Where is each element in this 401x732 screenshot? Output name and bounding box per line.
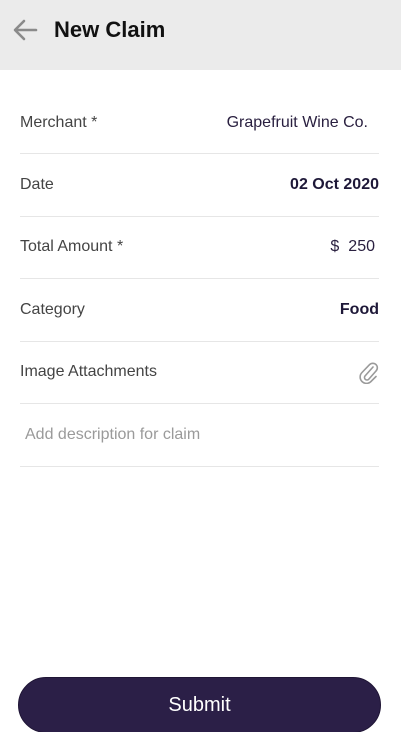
description-field[interactable]: Add description for claim bbox=[20, 404, 379, 467]
paperclip-icon[interactable] bbox=[357, 360, 379, 385]
amount-value-group: $ 250 bbox=[330, 238, 379, 256]
currency-symbol: $ bbox=[330, 238, 340, 256]
back-button[interactable] bbox=[11, 16, 39, 44]
date-value: 02 Oct 2020 bbox=[290, 175, 379, 193]
merchant-label: Merchant * bbox=[20, 113, 98, 131]
amount-label: Total Amount * bbox=[20, 238, 124, 256]
merchant-field[interactable]: Merchant * Grapefruit Wine Co. bbox=[20, 92, 379, 154]
category-field[interactable]: Category Food bbox=[20, 279, 379, 342]
attachments-label: Image Attachments bbox=[20, 363, 157, 381]
submit-button[interactable]: Submit bbox=[18, 677, 381, 732]
description-input[interactable]: Add description for claim bbox=[20, 426, 200, 444]
attachments-field[interactable]: Image Attachments bbox=[20, 342, 379, 404]
page-title: New Claim bbox=[54, 17, 166, 42]
amount-field[interactable]: Total Amount * $ 250 bbox=[20, 217, 379, 279]
claim-form: Merchant * Grapefruit Wine Co. Date 02 O… bbox=[20, 92, 379, 467]
merchant-value: Grapefruit Wine Co. bbox=[226, 113, 368, 131]
date-label: Date bbox=[20, 175, 54, 193]
app-header: New Claim bbox=[0, 0, 401, 70]
date-field[interactable]: Date 02 Oct 2020 bbox=[20, 154, 379, 217]
category-value: Food bbox=[339, 300, 379, 318]
arrow-left-icon bbox=[13, 19, 38, 41]
category-label: Category bbox=[20, 300, 85, 318]
amount-value: 250 bbox=[348, 238, 375, 256]
